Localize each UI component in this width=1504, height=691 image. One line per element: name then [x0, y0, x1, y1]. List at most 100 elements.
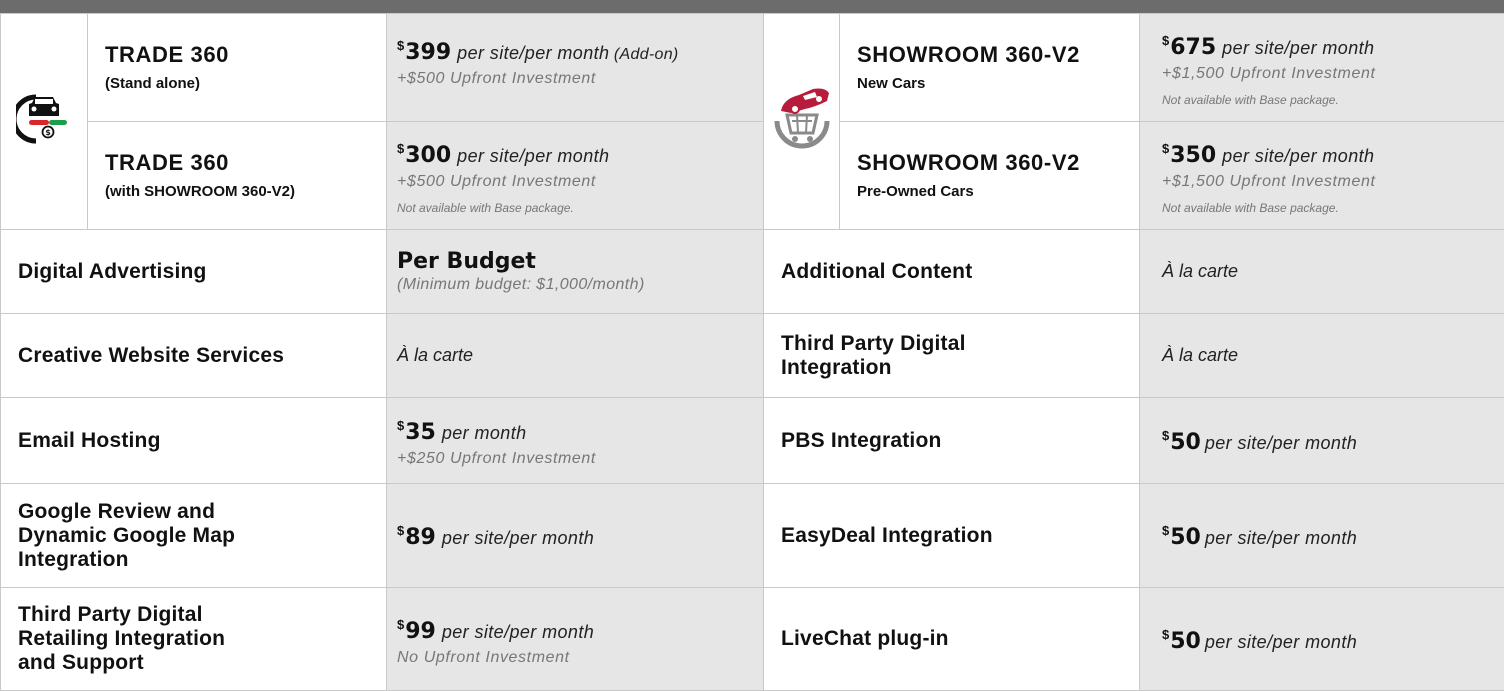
showroom-new-name: SHOWROOM 360-V2 New Cars	[840, 14, 1140, 122]
upfront-investment: +$1,500 Upfront Investment	[1162, 64, 1504, 84]
service-price-cell: À la carte	[1140, 314, 1504, 398]
currency-symbol: $	[397, 523, 404, 538]
service-price-cell: À la carte	[387, 314, 764, 398]
pricing-page: $ TRADE 360 (Stand alone) $399 per site/p…	[0, 0, 1504, 690]
availability-note: Not available with Base package.	[1162, 92, 1504, 108]
currency-symbol: $	[1162, 627, 1169, 642]
service-name-line: Third Party Digital	[18, 603, 386, 627]
upfront-investment: No Upfront Investment	[397, 648, 763, 668]
trade-with-showroom-price: $300 per site/per month +$500 Upfront Inv…	[387, 122, 764, 230]
price-amount: 89	[405, 525, 436, 550]
price-amount: 300	[405, 143, 451, 168]
service-price-cell: $50per site/per month	[1140, 484, 1504, 588]
price-period: per site/per month	[442, 622, 594, 642]
price-period: per site/per month	[1205, 528, 1357, 548]
service-name: EasyDeal Integration	[781, 524, 1139, 548]
a-la-carte-label: À la carte	[397, 345, 473, 365]
upfront-investment: +$500 Upfront Investment	[397, 69, 763, 89]
currency-symbol: $	[1162, 141, 1169, 156]
a-la-carte-label: À la carte	[1162, 261, 1238, 281]
price-period: per month	[442, 423, 527, 443]
currency-symbol: $	[397, 141, 404, 156]
service-name: LiveChat plug-in	[781, 627, 1139, 651]
service-price-cell: $50per site/per month	[1140, 398, 1504, 484]
svg-text:$: $	[45, 128, 51, 137]
service-price-cell: $99 per site/per month No Upfront Investm…	[387, 588, 764, 691]
availability-note: Not available with Base package.	[397, 200, 763, 216]
upfront-investment: +$1,500 Upfront Investment	[1162, 172, 1504, 192]
product-title: SHOWROOM 360-V2	[857, 150, 1139, 176]
currency-symbol: $	[1162, 523, 1169, 538]
service-name: PBS Integration	[781, 429, 1139, 453]
price-period: per site/per month	[457, 146, 609, 166]
price-amount: 35	[405, 420, 436, 445]
product-subtitle: Pre-Owned Cars	[857, 182, 1139, 202]
a-la-carte-label: À la carte	[1162, 345, 1238, 365]
service-name: Email Hosting	[18, 429, 386, 453]
price-amount: 50	[1170, 525, 1201, 550]
service-name: Creative Website Services	[18, 344, 386, 368]
price-amount: 50	[1170, 430, 1201, 455]
service-name-line: Dynamic Google Map	[18, 524, 386, 548]
service-price-cell: $50per site/per month	[1140, 588, 1504, 691]
table-header-bar	[0, 0, 1504, 13]
per-budget-label: Per Budget	[397, 249, 763, 275]
service-name-cell: Email Hosting	[1, 398, 387, 484]
service-row: Third Party Digital Retailing Integratio…	[1, 588, 1504, 691]
product-subtitle: New Cars	[857, 74, 1139, 94]
service-row: Google Review and Dynamic Google Map Int…	[1, 484, 1504, 588]
price-period: per site/per month	[442, 528, 594, 548]
showroom-cart-icon	[771, 87, 833, 151]
currency-symbol: $	[397, 418, 404, 433]
currency-symbol: $	[1162, 33, 1169, 48]
price-period: per site/per month	[1205, 632, 1357, 652]
showroom-preowned-name: SHOWROOM 360-V2 Pre-Owned Cars	[840, 122, 1140, 230]
service-name-cell: EasyDeal Integration	[764, 484, 1140, 588]
product-row: TRADE 360 (with SHOWROOM 360-V2) $300 per…	[1, 122, 1504, 230]
service-price-cell: $89 per site/per month	[387, 484, 764, 588]
service-name-cell: Additional Content	[764, 230, 1140, 314]
upfront-investment: +$500 Upfront Investment	[397, 172, 763, 192]
price-amount: 99	[405, 619, 436, 644]
product-title: TRADE 360	[105, 42, 386, 68]
service-price-cell: Per Budget (Minimum budget: $1,000/month…	[387, 230, 764, 314]
product-subtitle: (Stand alone)	[105, 74, 386, 94]
availability-note: Not available with Base package.	[1162, 200, 1504, 216]
service-name-line: Google Review and	[18, 500, 386, 524]
service-name-cell: Digital Advertising	[1, 230, 387, 314]
service-price-cell: À la carte	[1140, 230, 1504, 314]
price-period: per site/per month	[1222, 146, 1374, 166]
price-period: per site/per month	[457, 43, 609, 63]
product-title: TRADE 360	[105, 150, 386, 176]
service-name-cell: LiveChat plug-in	[764, 588, 1140, 691]
pricing-table: $ TRADE 360 (Stand alone) $399 per site/p…	[0, 13, 1504, 691]
price-period: per site/per month	[1222, 38, 1374, 58]
service-name: Digital Advertising	[18, 260, 386, 284]
service-row: Email Hosting $35 per month +$250 Upfront…	[1, 398, 1504, 484]
minimum-budget-note: (Minimum budget: $1,000/month)	[397, 275, 763, 295]
trade-standalone-price: $399 per site/per month (Add-on) +$500 Up…	[387, 14, 764, 122]
price-amount: 399	[405, 40, 451, 65]
product-subtitle: (with SHOWROOM 360-V2)	[105, 182, 386, 202]
showroom-new-price: $675per site/per month +$1,500 Upfront I…	[1140, 14, 1504, 122]
service-name: Additional Content	[781, 260, 1139, 284]
service-row: Creative Website Services À la carte Thi…	[1, 314, 1504, 398]
currency-symbol: $	[397, 38, 404, 53]
addon-label: (Add-on)	[614, 46, 679, 63]
trade-standalone-name: TRADE 360 (Stand alone)	[88, 14, 387, 122]
service-name-line: Retailing Integration	[18, 627, 386, 651]
service-name-cell: Google Review and Dynamic Google Map Int…	[1, 484, 387, 588]
trade-car-icon: $	[16, 93, 72, 145]
currency-symbol: $	[397, 617, 404, 632]
product-row: $ TRADE 360 (Stand alone) $399 per site/p…	[1, 14, 1504, 122]
upfront-investment: +$250 Upfront Investment	[397, 449, 763, 469]
price-period: per site/per month	[1205, 433, 1357, 453]
showroom-preowned-price: $350per site/per month +$1,500 Upfront I…	[1140, 122, 1504, 230]
service-name-cell: Third Party Digital Integration	[764, 314, 1140, 398]
price-amount: 50	[1170, 629, 1201, 654]
service-price-cell: $35 per month +$250 Upfront Investment	[387, 398, 764, 484]
trade-icon-cell: $	[1, 14, 88, 230]
service-name-cell: Creative Website Services	[1, 314, 387, 398]
service-name-line: and Support	[18, 651, 386, 675]
service-name-cell: Third Party Digital Retailing Integratio…	[1, 588, 387, 691]
